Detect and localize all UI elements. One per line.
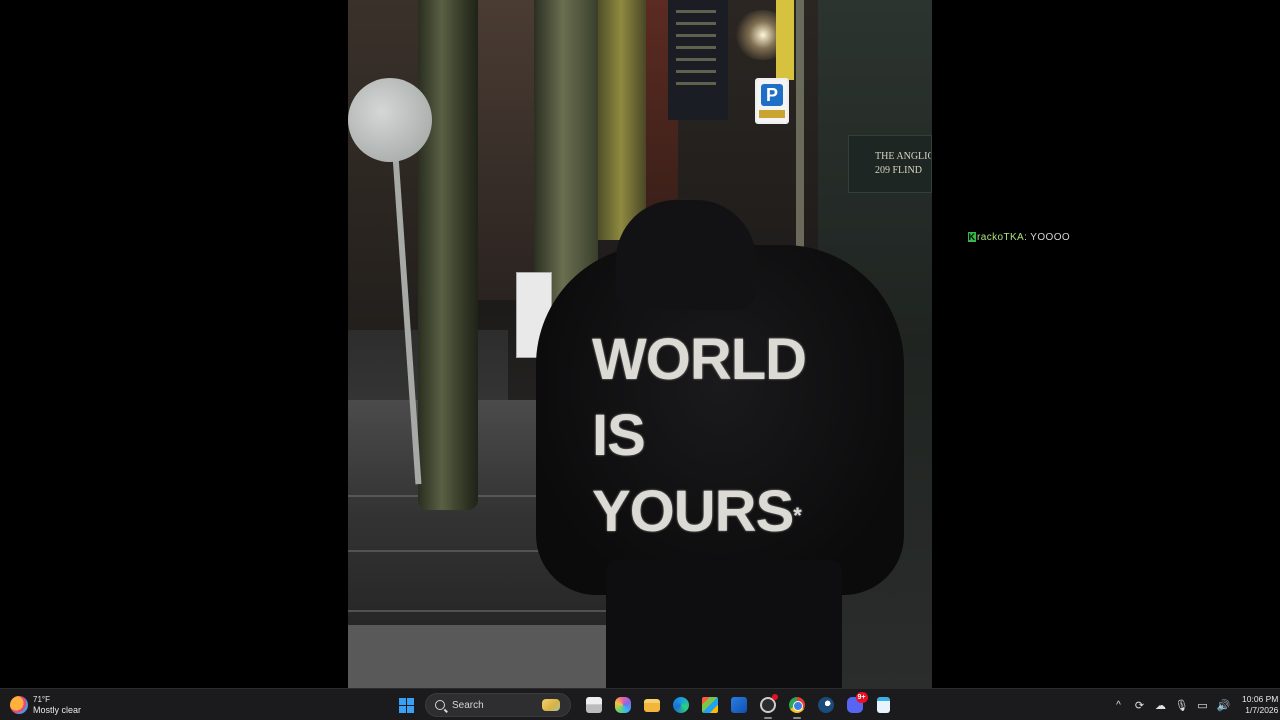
search-icon (435, 700, 445, 710)
edge-icon (672, 697, 689, 713)
chrome-icon (788, 697, 805, 713)
person-legs (606, 560, 842, 688)
display-icon[interactable]: ▭ (1193, 695, 1213, 715)
search-label: Search (452, 699, 484, 711)
parking-letter: P (761, 84, 783, 106)
tree-trunk-far (596, 0, 646, 240)
folder-icon (643, 698, 660, 712)
building-plaque: THE ANGLIC 209 FLIND (848, 135, 932, 193)
chat-text: YOOOO (1030, 232, 1071, 243)
system-tray: ^ ⟳ ☁ 🎙 ▭ 🔊 10:06 PM 1/7/2026 (1108, 691, 1278, 719)
office-tower (668, 0, 728, 120)
taskbar-center: Search 9+ (392, 691, 898, 719)
print-asterisk: * (793, 503, 802, 528)
volume-icon[interactable]: 🔊 (1214, 695, 1234, 715)
chevron-up-icon[interactable]: ^ (1109, 695, 1129, 715)
parking-pole (796, 0, 804, 260)
tree-trunk-near (418, 0, 478, 510)
search-highlight-icon (542, 699, 560, 711)
recording-dot (771, 694, 778, 700)
taskbar-app-discord[interactable]: 9+ (843, 692, 868, 717)
cloud-offline-icon[interactable]: ☁ (1151, 695, 1171, 715)
taskbar-app-file-explorer[interactable] (640, 693, 664, 717)
clock-time: 10:06 PM (1242, 694, 1279, 704)
taskbar: 71°F Mostly clear Search 9+ ^ ⟳ ☁ 🎙 ▭ 🔊 (0, 688, 1280, 720)
print-line-2: IS (592, 403, 646, 468)
weather-temp: 71°F (33, 695, 50, 704)
weather-widget[interactable]: 71°F Mostly clear (10, 692, 81, 718)
taskbar-app-edge[interactable] (669, 693, 693, 717)
start-button[interactable] (395, 693, 419, 717)
mail-icon (730, 697, 747, 713)
search-box[interactable]: Search (425, 693, 571, 717)
taskbar-app-files[interactable] (582, 693, 606, 717)
weather-condition: Mostly clear (33, 705, 82, 715)
store-icon (701, 697, 718, 713)
curb (348, 625, 628, 688)
taskbar-app-steam[interactable] (814, 693, 838, 717)
chat-username: rackoTKA (977, 232, 1025, 243)
round-street-sign (348, 78, 432, 162)
taskbar-app-clock[interactable] (756, 693, 780, 719)
taskbar-app-notepad[interactable] (872, 693, 896, 717)
taskbar-app-copilot[interactable] (611, 693, 635, 717)
clock-date-text: 1/7/2026 (1245, 705, 1279, 715)
notepad-icon (877, 697, 890, 713)
microphone-icon[interactable]: 🎙 (1172, 695, 1192, 715)
taskbar-app-chrome[interactable] (785, 693, 809, 719)
parking-sign: P (755, 78, 789, 124)
photo-viewer: THE ANGLIC 209 FLIND P WORLD IS YOURS* (348, 0, 932, 688)
taskbar-app-store[interactable] (698, 693, 722, 717)
copilot-icon (614, 697, 631, 713)
hood (616, 200, 756, 310)
chat-message: KrackoTKA: YOOOO (968, 232, 1070, 243)
steam-icon (817, 697, 834, 713)
clock-date[interactable]: 10:06 PM 1/7/2026 (1242, 694, 1278, 716)
chat-badge: K (968, 232, 976, 242)
sync-icon[interactable]: ⟳ (1130, 695, 1150, 715)
discord-badge: 9+ (855, 692, 868, 703)
plaque-line-1: THE ANGLIC (875, 151, 932, 162)
plaque-line-2: 209 FLIND (875, 165, 922, 176)
taskbar-app-outlook[interactable] (727, 693, 751, 717)
print-line-3: YOURS* (592, 479, 802, 544)
print-line-1: WORLD (592, 327, 807, 392)
jacket-print-text: WORLD IS YOURS* (592, 322, 892, 550)
yellow-banner (776, 0, 794, 80)
files-icon (585, 697, 602, 713)
weather-icon (10, 696, 28, 714)
